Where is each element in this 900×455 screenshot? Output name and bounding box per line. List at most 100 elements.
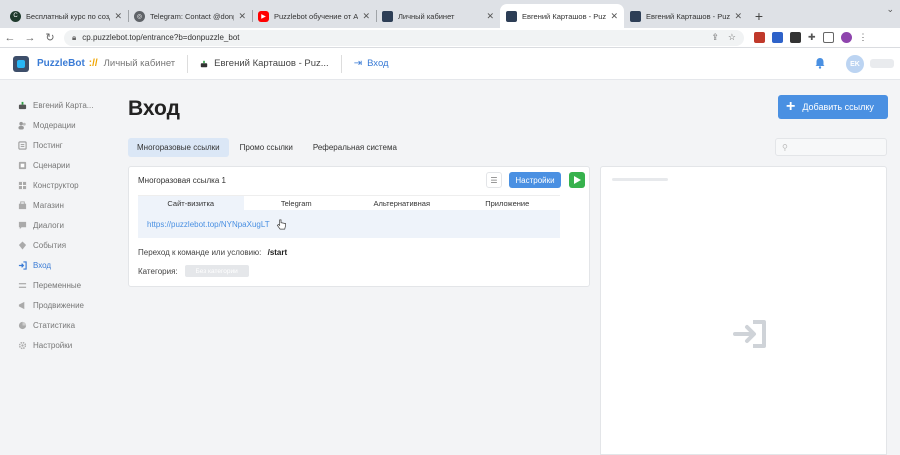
sidebar-item-variables[interactable]: Переменные [18,281,81,290]
category-row: Категория: Без категории [138,265,249,277]
tab-promo-links[interactable]: Промо ссылки [231,138,302,157]
hand-pointer-icon [276,219,286,229]
puzzlebot-favicon-icon [630,10,641,22]
reload-icon[interactable]: ↻ [40,31,60,44]
sidebar-item-shop[interactable]: Магазин [18,201,64,210]
brand-separator: :// [88,58,98,69]
promo-icon [18,301,25,310]
puzzlebot-logo-icon[interactable] [13,55,29,72]
sidebar-item-posting[interactable]: Постинг [18,141,63,150]
close-icon[interactable]: ✕ [486,11,494,22]
sidebar-item-entrance[interactable]: Вход [18,261,51,270]
lock-icon[interactable]: 🔒︎ [72,33,76,43]
settings-button[interactable]: Настройки [509,172,561,188]
add-link-button[interactable]: + Добавить ссылку [778,95,888,119]
close-icon[interactable]: ✕ [734,11,742,22]
app-header: PuzzleBot :// Личный кабинет Евгений Кар… [0,48,900,80]
sidebar-item-scenarios[interactable]: Сценарии [18,161,70,170]
browser-tab-5[interactable]: Евгений Карташов - Puzzlebot ✕ [624,4,748,28]
new-tab-button[interactable]: + [748,4,770,28]
tab-referral-system[interactable]: Реферальная система [304,138,406,157]
close-icon[interactable]: ✕ [238,11,246,22]
dialogs-icon [18,221,27,230]
sidebar-item-promotion[interactable]: Продвижение [18,301,84,310]
link-variant-tabs: Сайт-визитка Telegram Альтернативная При… [138,195,560,210]
sidebar-item-label: Переменные [33,281,82,290]
sidebar-item-statistics[interactable]: Статистика [18,321,75,330]
close-icon[interactable]: ✕ [114,11,122,22]
back-arrow-icon[interactable]: ← [0,32,20,44]
breadcrumb-bot-name[interactable]: Евгений Карташов - Puz... [214,58,329,69]
extension-red-icon[interactable] [754,32,765,43]
chevron-down-icon[interactable]: ⌄ [886,4,894,15]
sidebar-item-label: События [33,241,67,250]
brand-subtitle: Личный кабинет [103,58,176,69]
search-icon: ⚲ [782,142,788,152]
play-button[interactable] [569,172,585,188]
avatar[interactable]: EK [846,55,864,73]
command-value[interactable]: /start [268,248,288,257]
browser-tab-3[interactable]: Личный кабинет ✕ [376,4,500,28]
forward-arrow-icon[interactable]: → [20,32,40,44]
sidebar-item-bot[interactable]: Евгений Карта... [18,101,93,110]
sidebar-item-label: Статистика [33,321,76,330]
browser-tab-0[interactable]: C Бесплатный курс по созданию ✕ [4,4,128,28]
sidebar-item-dialogs[interactable]: Диалоги [18,221,64,230]
variables-icon [18,283,27,288]
browser-tab-title: Puzzlebot обучение от А до Я [274,11,359,21]
breadcrumb-current-page[interactable]: Вход [367,58,389,69]
gear-icon [18,341,27,350]
extension-blue-icon[interactable] [772,32,783,43]
more-menu-icon[interactable]: ⋮ [859,32,868,43]
tab-telegram[interactable]: Telegram [244,196,350,210]
user-name-placeholder[interactable] [870,59,894,68]
browser-tab-2[interactable]: ▶ Puzzlebot обучение от А до Я ✕ [252,4,376,28]
sidebar-item-label: Вход [33,261,52,270]
users-icon [18,121,26,130]
share-icon[interactable]: ⇪ [711,32,719,43]
sidebar-item-constructor[interactable]: Конструктор [18,181,79,190]
sidebar: Евгений Карта... Модерации Постинг Сцена… [0,81,112,455]
link-card-title: Многоразовая ссылка 1 [138,176,226,185]
puzzle-extensions-icon[interactable]: ✚ [808,32,816,43]
bell-icon[interactable] [814,57,826,69]
puzzlebot-favicon-icon [382,10,393,22]
close-icon[interactable]: ✕ [610,11,618,22]
page-title: Вход [128,97,180,120]
youtube-icon: ▶ [258,10,269,22]
add-link-label: Добавить ссылку [802,102,874,112]
link-box: https://puzzlebot.top/NYNpaXugLT [138,210,560,238]
list-icon: ☰ [490,175,498,185]
extension-dark-icon[interactable] [790,32,801,43]
sidebar-item-label: Сценарии [33,161,70,170]
command-label: Переход к команде или условию: [138,248,262,257]
sidebar-item-events[interactable]: События [18,241,66,250]
list-view-button[interactable]: ☰ [486,172,502,188]
sidebar-item-label: Настройки [33,341,73,350]
sidebar-item-label: Продвижение [33,301,84,310]
brand-name[interactable]: PuzzleBot [37,58,85,69]
sidebar-item-moderation[interactable]: Модерации [18,121,76,130]
url-text: cp.puzzlebot.top/entrance?b=donpuzzle_bo… [82,33,240,42]
close-icon[interactable]: ✕ [362,11,370,22]
tab-reusable-links[interactable]: Многоразовые ссылки [128,138,229,157]
sidebar-item-settings[interactable]: Настройки [18,341,72,350]
panel-header-placeholder [612,178,668,181]
command-row: Переход к команде или условию: /start [138,248,287,257]
tab-alternative[interactable]: Альтернативная [349,196,455,210]
profile-icon[interactable] [840,32,852,43]
search-input[interactable]: ⚲ [775,138,887,156]
browser-tab-title: Евгений Карташов - Puzzlebot [646,11,731,21]
sidebar-item-label: Диалоги [33,221,64,230]
browser-tab-1[interactable]: ◎ Telegram: Contact @donpuzzle ✕ [128,4,252,28]
puzzlebot-favicon-icon [506,10,517,22]
url-bar[interactable]: 🔒︎ cp.puzzlebot.top/entrance?b=donpuzzle… [64,29,744,46]
events-icon [18,241,27,250]
category-badge[interactable]: Без категории [184,265,249,277]
tab-business-card[interactable]: Сайт-визитка [138,196,244,210]
browser-tab-4[interactable]: Евгений Карташов - Puzzlebot ✕ [500,4,624,28]
sidebar-panel-icon[interactable] [822,32,834,43]
bookmark-star-icon[interactable]: ☆ [728,32,736,43]
tab-application[interactable]: Приложение [455,196,561,210]
entrance-link[interactable]: https://puzzlebot.top/NYNpaXugLT [147,220,270,229]
